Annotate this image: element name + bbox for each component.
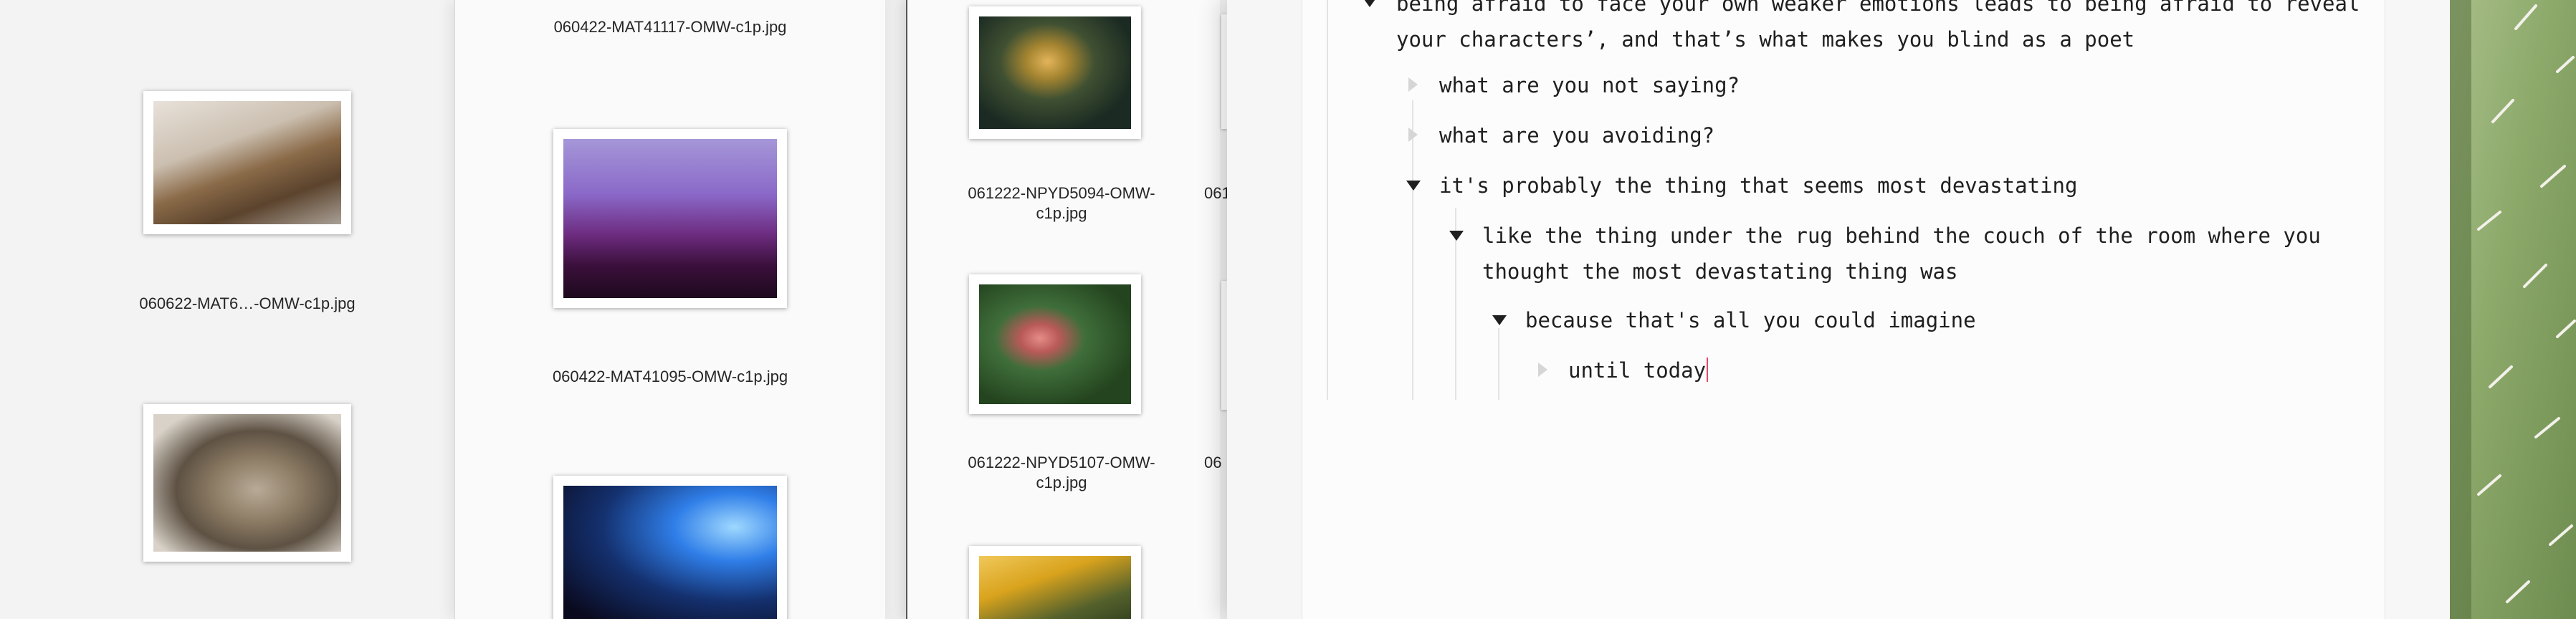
indent-guide bbox=[1327, 0, 1328, 400]
outline-item-text[interactable]: because that's all you could imagine bbox=[1525, 302, 1976, 338]
file-caption: 060422-MAT41095-OMW-c1p.jpg bbox=[552, 368, 788, 385]
expand-toggle-icon[interactable] bbox=[1408, 77, 1418, 92]
photo-thumbnail-concert-2[interactable] bbox=[553, 476, 787, 619]
photo-thumbnail-cat-1[interactable] bbox=[143, 91, 351, 234]
file-caption: 060622-MAT6…-OMW-c1p.jpg bbox=[139, 294, 356, 312]
collapse-toggle-icon[interactable] bbox=[1406, 181, 1421, 191]
file-caption: 061222-NPYD5107-OMW- c1p.jpg bbox=[968, 454, 1155, 491]
finder-pane-left: 060622-MAT6…-OMW-c1p.jpg bbox=[0, 0, 454, 619]
desktop-wallpaper bbox=[2450, 0, 2576, 619]
collapse-toggle-icon[interactable] bbox=[1492, 315, 1507, 325]
photo-thumbnail-yellow-flower[interactable] bbox=[969, 546, 1141, 619]
indent-guide bbox=[1498, 328, 1499, 400]
photo-thumbnail-koi[interactable] bbox=[969, 6, 1141, 139]
outline-item-text[interactable]: what are you avoiding? bbox=[1439, 117, 1714, 153]
hidden-thumb-edge bbox=[1221, 14, 1227, 129]
outline-item-text[interactable]: what are you not saying? bbox=[1439, 67, 1740, 103]
photo-thumbnail-cat-2[interactable] bbox=[143, 404, 351, 562]
cut-file-caption: 061 bbox=[1204, 184, 1230, 202]
expand-toggle-icon[interactable] bbox=[1538, 363, 1547, 377]
editor-sidebar bbox=[1227, 0, 1302, 619]
editor-right-margin bbox=[2385, 0, 2450, 619]
photo-thumbnail-concert-1[interactable] bbox=[553, 129, 787, 308]
text-cursor bbox=[1707, 358, 1709, 382]
outline-item-text[interactable]: being afraid to face your own weaker emo… bbox=[1396, 0, 2360, 57]
outline-item-text[interactable]: like the thing under the rug behind the … bbox=[1482, 218, 2321, 289]
finder-pane-middle: 060422-MAT41117-OMW-c1p.jpg 060422-MAT41… bbox=[454, 0, 885, 619]
collapse-toggle-icon[interactable] bbox=[1449, 231, 1464, 241]
photo-thumbnail-anthurium[interactable] bbox=[969, 274, 1141, 414]
hidden-thumb-edge bbox=[1221, 281, 1227, 410]
outline-item-text-active[interactable]: until today bbox=[1568, 352, 1709, 388]
cut-file-caption: 06 bbox=[1204, 454, 1222, 471]
file-caption: 060422-MAT41117-OMW-c1p.jpg bbox=[553, 18, 787, 36]
cactus-wallpaper-image bbox=[2450, 0, 2576, 619]
finder-pane-right: 061222-NPYD5094-OMW- c1p.jpg 061222-NPYD… bbox=[906, 0, 1230, 619]
file-caption: 061222-NPYD5094-OMW- c1p.jpg bbox=[968, 184, 1155, 222]
indent-guide bbox=[1412, 100, 1413, 400]
outline-item-text[interactable]: it's probably the thing that seems most … bbox=[1439, 168, 2077, 203]
expand-toggle-icon[interactable] bbox=[1408, 128, 1418, 142]
collapse-toggle-icon[interactable] bbox=[1363, 0, 1377, 7]
outliner-editor: being afraid to face your own weaker emo… bbox=[1227, 0, 2450, 619]
